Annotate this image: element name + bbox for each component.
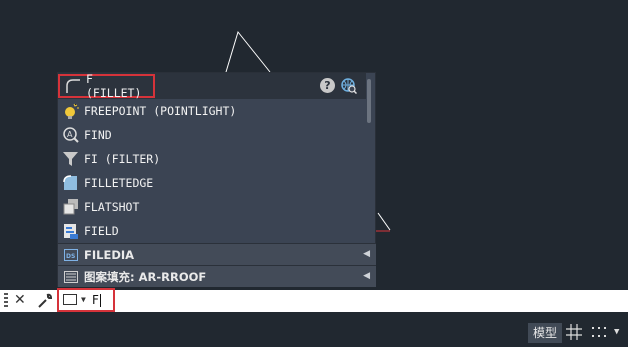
suggestion-find[interactable]: A FIND	[58, 123, 366, 147]
field-icon	[62, 222, 80, 240]
model-space-button[interactable]: 模型	[528, 323, 562, 343]
close-icon[interactable]: ✕	[14, 292, 26, 308]
suggestion-label: FIND	[84, 128, 112, 142]
suggestion-fillet[interactable]: F (FILLET)	[58, 72, 155, 100]
suggestion-flatshot[interactable]: FLATSHOT	[58, 195, 366, 219]
chevron-down-icon[interactable]: ▼	[81, 295, 86, 304]
filter-icon	[62, 150, 80, 168]
suggestion-label: FLATSHOT	[84, 200, 140, 214]
expand-arrow-icon[interactable]: ◀	[363, 249, 370, 259]
fillet-icon	[64, 77, 82, 95]
text-cursor	[100, 294, 101, 307]
suggestion-freepoint[interactable]: FREEPOINT (POINTLIGHT)	[58, 99, 366, 123]
category-label: 图案填充: AR-RROOF	[84, 269, 207, 284]
command-input[interactable]: F	[92, 293, 99, 307]
sysvar-icon: DS	[64, 248, 78, 261]
globe-search-icon[interactable]	[341, 78, 357, 94]
help-icon[interactable]: ?	[320, 78, 335, 93]
suggestion-label: FIELD	[84, 224, 119, 238]
snap-icon[interactable]	[591, 324, 607, 340]
scrollbar-thumb[interactable]	[367, 79, 371, 123]
category-label: FILEDIA	[84, 247, 135, 262]
suggestion-field[interactable]: FIELD	[58, 219, 366, 243]
grid-icon[interactable]	[566, 324, 582, 340]
suggestion-filter[interactable]: FI (FILTER)	[58, 147, 366, 171]
hatch-icon	[64, 270, 78, 283]
command-prompt-icon[interactable]	[63, 294, 77, 305]
command-input-box[interactable]: ▼ F	[57, 288, 115, 312]
suggestion-label: FI (FILTER)	[84, 152, 161, 166]
svg-text:DS: DS	[66, 253, 75, 260]
drag-grip-icon[interactable]	[4, 293, 8, 309]
flatshot-icon	[62, 198, 80, 216]
find-icon: A	[62, 126, 80, 144]
svg-text:A: A	[67, 130, 73, 139]
suggestion-label: F (FILLET)	[86, 72, 142, 100]
autocomplete-popup: F (FILLET) ? FREEPOINT (POINTLIGHT) A FI…	[57, 72, 376, 287]
pointlight-icon	[62, 102, 80, 120]
suggestion-label: FILLETEDGE	[84, 176, 154, 190]
filletedge-icon	[62, 174, 80, 192]
chevron-down-icon[interactable]: ▼	[614, 327, 619, 337]
expand-arrow-icon[interactable]: ◀	[363, 271, 370, 281]
suggestion-filletedge[interactable]: FILLETEDGE	[58, 171, 366, 195]
status-bar: 模型 ▼	[0, 318, 628, 347]
wrench-icon[interactable]	[36, 292, 54, 310]
category-hatch[interactable]: 图案填充: AR-RROOF ◀	[58, 265, 376, 287]
category-filedia[interactable]: DS FILEDIA ◀	[58, 243, 376, 265]
suggestion-label: FREEPOINT (POINTLIGHT)	[84, 104, 237, 118]
